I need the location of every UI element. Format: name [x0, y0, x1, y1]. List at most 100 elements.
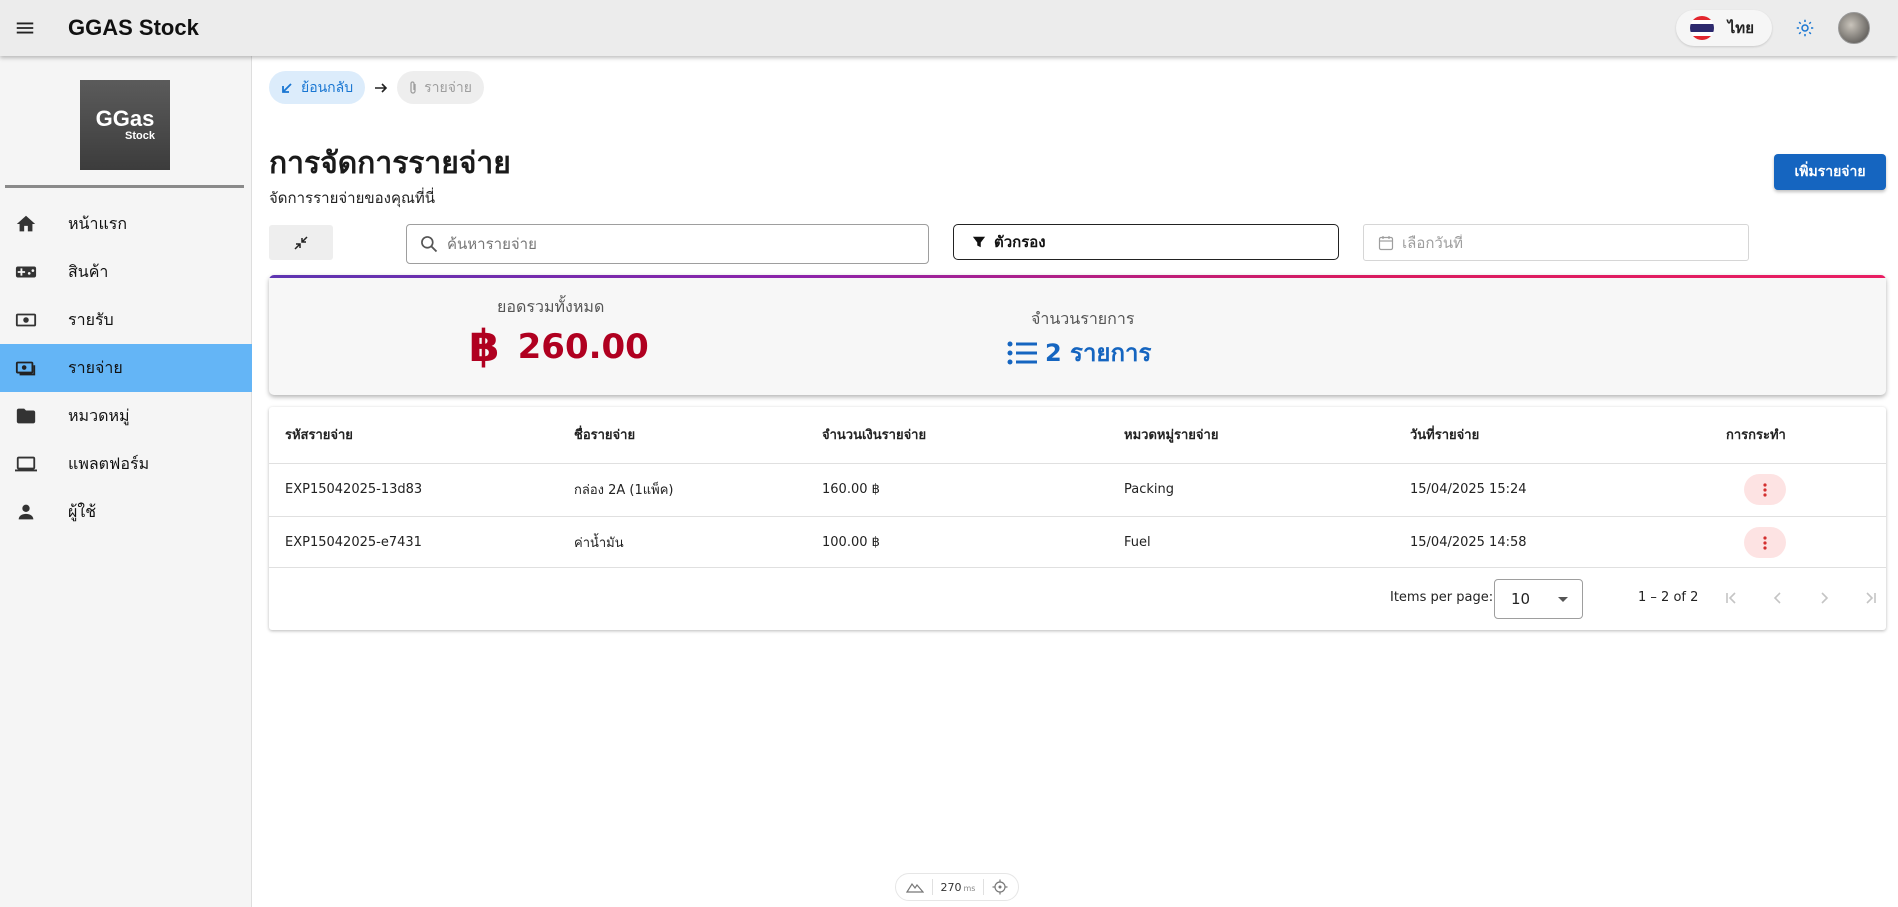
- cell-expense-amount: 160.00 ฿: [822, 462, 1124, 516]
- sidebar-item-label: ผู้ใช้: [68, 501, 97, 521]
- collapse-arrows-icon: [294, 235, 308, 250]
- attachment-icon: [410, 80, 416, 94]
- sidebar-item-expenses[interactable]: รายจ่าย: [0, 344, 252, 392]
- cell-expense-id: EXP15042025-13d83: [269, 462, 574, 516]
- cell-expense-amount: 100.00 ฿: [822, 515, 1124, 569]
- table-row[interactable]: EXP15042025-13d83 กล่อง 2A (1แพ็ค) 160.0…: [269, 462, 1886, 516]
- sidebar-item-income[interactable]: รายรับ: [0, 296, 252, 344]
- sidebar-divider: [5, 185, 244, 188]
- header-expense-category[interactable]: หมวดหมู่รายจ่าย: [1124, 407, 1410, 463]
- arrow-right-icon: [375, 82, 388, 93]
- logo-sub-text: Stock: [125, 130, 155, 142]
- sidebar-item-users[interactable]: ผู้ใช้: [0, 488, 252, 536]
- logo-main-text: GGas: [95, 106, 155, 131]
- table-header-row: รหัสรายจ่าย ชื่อรายจ่าย จำนวนเงินรายจ่าย…: [269, 407, 1886, 463]
- theme-toggle-sun-icon[interactable]: [1794, 17, 1816, 39]
- sidebar-item-home[interactable]: หน้าแรก: [0, 200, 252, 248]
- first-page-icon: [1726, 592, 1736, 604]
- perf-value: 270: [940, 880, 962, 894]
- language-label: ไทย: [1727, 19, 1754, 37]
- sidebar-item-label: แพลตฟอร์ม: [68, 453, 150, 473]
- page-title: การจัดการรายจ่าย: [269, 146, 511, 181]
- add-expense-button[interactable]: เพิ่มรายจ่าย: [1774, 154, 1886, 190]
- expenses-table: รหัสรายจ่าย ชื่อรายจ่าย จำนวนเงินรายจ่าย…: [269, 407, 1886, 630]
- mountain-icon[interactable]: [905, 880, 924, 894]
- more-vert-icon: [1763, 536, 1767, 550]
- header-expense-name[interactable]: ชื่อรายจ่าย: [574, 407, 822, 463]
- folder-icon: [14, 404, 38, 428]
- count-amount: 2 รายการ: [1007, 333, 1151, 372]
- collapse-button[interactable]: [269, 225, 333, 260]
- sidebar-item-label: รายรับ: [68, 309, 114, 329]
- laptop-icon: [14, 452, 38, 476]
- cell-expense-category: Packing: [1124, 462, 1410, 516]
- cell-expense-id: EXP15042025-e7431: [269, 515, 574, 569]
- first-page-button[interactable]: [1720, 586, 1744, 610]
- sidebar-nav: หน้าแรก สินค้า รายรับ รายจ่าย หมวดหมู่ แ…: [0, 200, 252, 536]
- sidebar-item-label: สินค้า: [68, 261, 109, 281]
- arrow-down-left-icon: [282, 82, 292, 93]
- sidebar: GGas Stock หน้าแรก สินค้า รายรับ รายจ่าย…: [0, 56, 252, 907]
- breadcrumb: ย้อนกลับ รายจ่าย: [269, 71, 484, 104]
- row-actions-button[interactable]: [1744, 527, 1786, 559]
- header-expense-date[interactable]: วันที่รายจ่าย: [1410, 407, 1726, 463]
- previous-page-button[interactable]: [1766, 586, 1790, 610]
- total-value: 260.00: [517, 327, 649, 367]
- back-button[interactable]: ย้อนกลับ: [269, 71, 366, 104]
- summary-gradient-bar: [269, 275, 1886, 278]
- header-expense-amount[interactable]: จำนวนเงินรายจ่าย: [822, 407, 1124, 463]
- items-per-page-value: 10: [1511, 590, 1531, 608]
- chevron-left-icon: [1773, 592, 1781, 604]
- last-page-icon: [1866, 592, 1876, 604]
- header-actions: การกระทำ: [1726, 428, 1786, 444]
- page-range-label: 1 – 2 of 2: [1638, 590, 1699, 605]
- date-picker[interactable]: [1363, 224, 1749, 261]
- sidebar-item-label: หน้าแรก: [68, 213, 128, 233]
- app-title: GGAS Stock: [68, 15, 199, 40]
- page-subtitle: จัดการรายจ่ายของคุณที่นี่: [269, 189, 436, 207]
- more-vert-icon: [1763, 482, 1767, 497]
- header-expense-id[interactable]: รหัสรายจ่าย: [269, 407, 574, 463]
- date-input[interactable]: [1402, 233, 1722, 252]
- search-input[interactable]: [447, 235, 907, 253]
- sidebar-item-label: หมวดหมู่: [68, 405, 130, 425]
- perf-readout: 270 ms: [940, 881, 975, 894]
- filter-icon: [972, 236, 986, 248]
- calendar-icon: [1378, 235, 1394, 250]
- sidebar-item-platforms[interactable]: แพลตฟอร์ม: [0, 440, 252, 488]
- perf-separator: [931, 879, 933, 895]
- top-app-bar: GGAS Stock ไทย: [0, 0, 1898, 56]
- cell-actions: [1726, 462, 1886, 516]
- app-logo: GGas Stock: [80, 80, 170, 170]
- back-label: ย้อนกลับ: [301, 79, 354, 96]
- person-icon: [14, 500, 38, 524]
- next-page-button[interactable]: [1812, 586, 1836, 610]
- search-field[interactable]: [406, 224, 929, 264]
- count-label: จำนวนรายการ: [1031, 309, 1135, 328]
- payments-icon: [14, 356, 38, 380]
- row-actions-button[interactable]: [1744, 474, 1786, 505]
- table-row[interactable]: EXP15042025-e7431 ค่าน้ำมัน 100.00 ฿ Fue…: [269, 515, 1886, 569]
- sidebar-item-label: รายจ่าย: [68, 357, 123, 377]
- count-value: 2 รายการ: [1045, 339, 1152, 367]
- thai-flag-icon: [1689, 16, 1714, 40]
- paginator: Items per page: 10 1 – 2 of 2: [269, 567, 1886, 630]
- sidebar-item-categories[interactable]: หมวดหมู่: [0, 392, 252, 440]
- sidebar-item-products[interactable]: สินค้า: [0, 248, 252, 296]
- list-icon: [1007, 341, 1037, 364]
- baht-currency-icon: ฿: [469, 321, 500, 372]
- cell-expense-name: ค่าน้ำมัน: [574, 515, 822, 569]
- last-page-button[interactable]: [1858, 586, 1882, 610]
- user-avatar[interactable]: [1838, 12, 1870, 44]
- breadcrumb-current: รายจ่าย: [397, 71, 484, 104]
- menu-icon[interactable]: [0, 0, 50, 56]
- chevron-right-icon: [1821, 592, 1829, 604]
- home-icon: [14, 212, 38, 236]
- cell-actions: [1726, 515, 1886, 569]
- items-per-page-select[interactable]: 10: [1494, 579, 1583, 619]
- target-icon[interactable]: [992, 879, 1008, 895]
- breadcrumb-current-label: รายจ่าย: [424, 79, 472, 96]
- language-selector[interactable]: ไทย: [1675, 10, 1772, 46]
- filter-button[interactable]: ตัวกรอง: [953, 224, 1339, 260]
- total-amount: ฿ 260.00: [469, 325, 649, 369]
